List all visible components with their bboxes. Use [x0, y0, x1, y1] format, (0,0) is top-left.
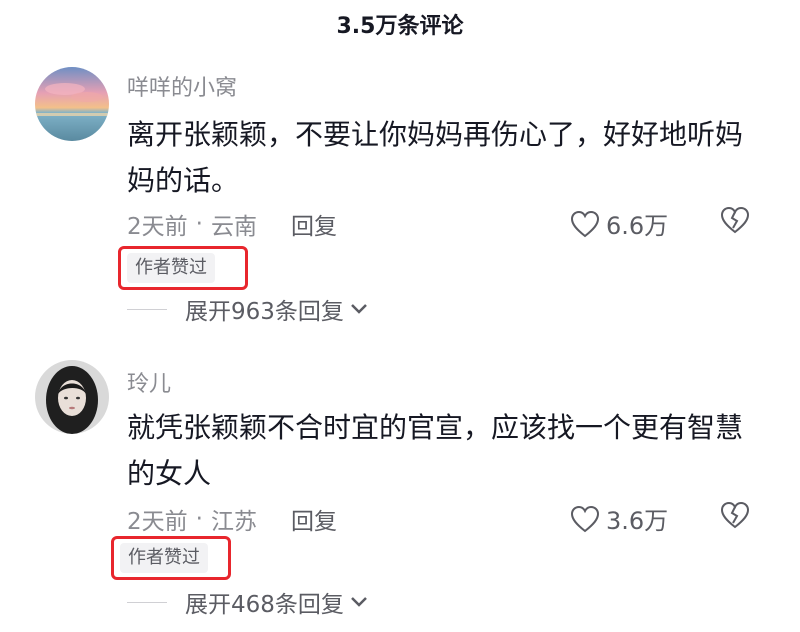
dislike-button[interactable]: [720, 501, 750, 533]
like-count: 6.6万: [606, 212, 669, 240]
chevron-down-icon: [351, 597, 367, 607]
like-count: 3.6万: [606, 507, 669, 535]
reply-button[interactable]: 回复: [291, 502, 337, 536]
separator-dot: ·: [195, 211, 203, 237]
comment-meta: 2天前 · 江苏 回复: [127, 502, 337, 536]
heart-icon: [570, 505, 600, 532]
expand-replies-button[interactable]: 展开468条回复: [127, 585, 368, 619]
expand-replies-label: 展开963条回复: [185, 299, 344, 325]
comment-text: 就凭张颖颖不合时宜的官宣，应该找一个更有智慧的女人: [127, 411, 744, 490]
divider-line: [127, 308, 167, 310]
dislike-button[interactable]: [720, 206, 750, 238]
comments-header: 3.5万条评论: [0, 0, 800, 48]
author-liked-badge: 作者赞过: [120, 543, 208, 573]
comment-location: 云南: [210, 214, 257, 240]
comment-author[interactable]: 咩咩的小窝: [127, 70, 237, 102]
expand-replies-label: 展开468条回复: [185, 592, 344, 618]
comment-location: 江苏: [210, 509, 257, 535]
author-liked-badge: 作者赞过: [127, 253, 215, 283]
comment-author[interactable]: 玲儿: [127, 366, 171, 398]
expand-replies-button[interactable]: 展开963条回复: [127, 292, 368, 326]
avatar[interactable]: [35, 67, 109, 141]
divider-line: [127, 601, 167, 603]
avatar[interactable]: [35, 360, 109, 434]
reply-button[interactable]: 回复: [291, 207, 337, 241]
comment-time: 2天前: [127, 214, 188, 240]
broken-heart-icon: [720, 206, 750, 234]
like-button[interactable]: 6.6万: [570, 206, 668, 241]
chevron-down-icon: [351, 304, 367, 314]
comment-time: 2天前: [127, 509, 188, 535]
like-button[interactable]: 3.6万: [570, 501, 668, 536]
separator-dot: ·: [195, 506, 203, 532]
comment-count-title: 3.5万条评论: [336, 14, 464, 39]
comment-text: 离开张颖颖，不要让你妈妈再伤心了，好好地听妈妈的话。: [127, 118, 744, 197]
heart-icon: [570, 210, 600, 237]
comment-meta: 2天前 · 云南 回复: [127, 207, 337, 241]
broken-heart-icon: [720, 501, 750, 529]
